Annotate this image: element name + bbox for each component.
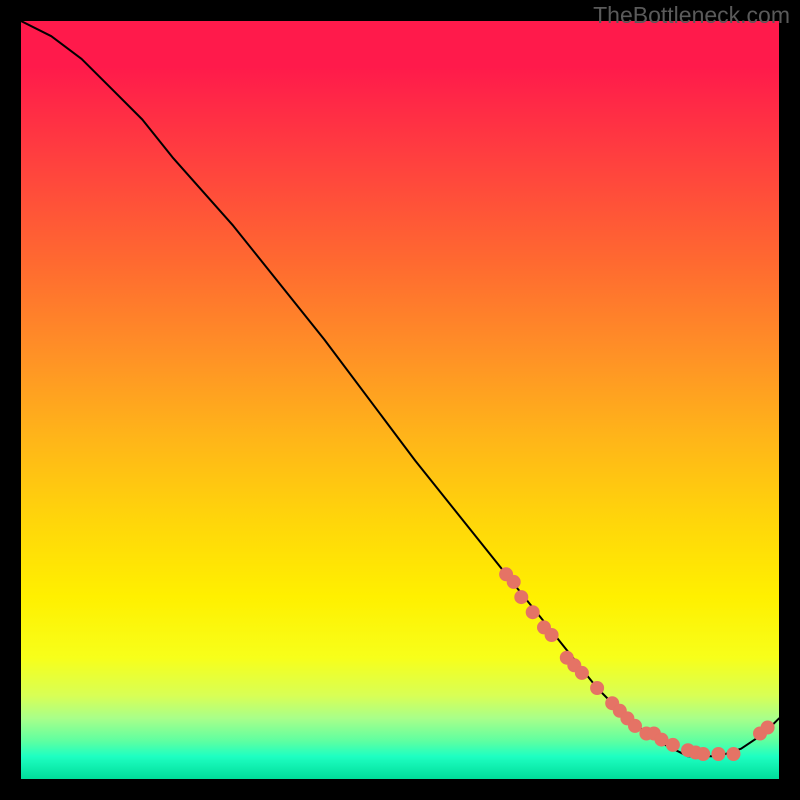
data-point: [666, 738, 679, 751]
data-point: [545, 629, 558, 642]
main-curve: [21, 21, 779, 756]
data-point: [591, 682, 604, 695]
data-point: [507, 575, 520, 588]
data-point: [697, 748, 710, 761]
chart-frame: TheBottleneck.com: [0, 0, 800, 800]
chart-overlay-svg: [21, 21, 779, 779]
plot-area: [21, 21, 779, 779]
data-point: [515, 591, 528, 604]
data-point: [712, 748, 725, 761]
data-point: [727, 748, 740, 761]
data-point: [526, 606, 539, 619]
data-point: [761, 721, 774, 734]
data-point: [629, 719, 642, 732]
watermark-text: TheBottleneck.com: [593, 2, 790, 29]
scatter-group: [500, 568, 774, 761]
data-point: [575, 666, 588, 679]
